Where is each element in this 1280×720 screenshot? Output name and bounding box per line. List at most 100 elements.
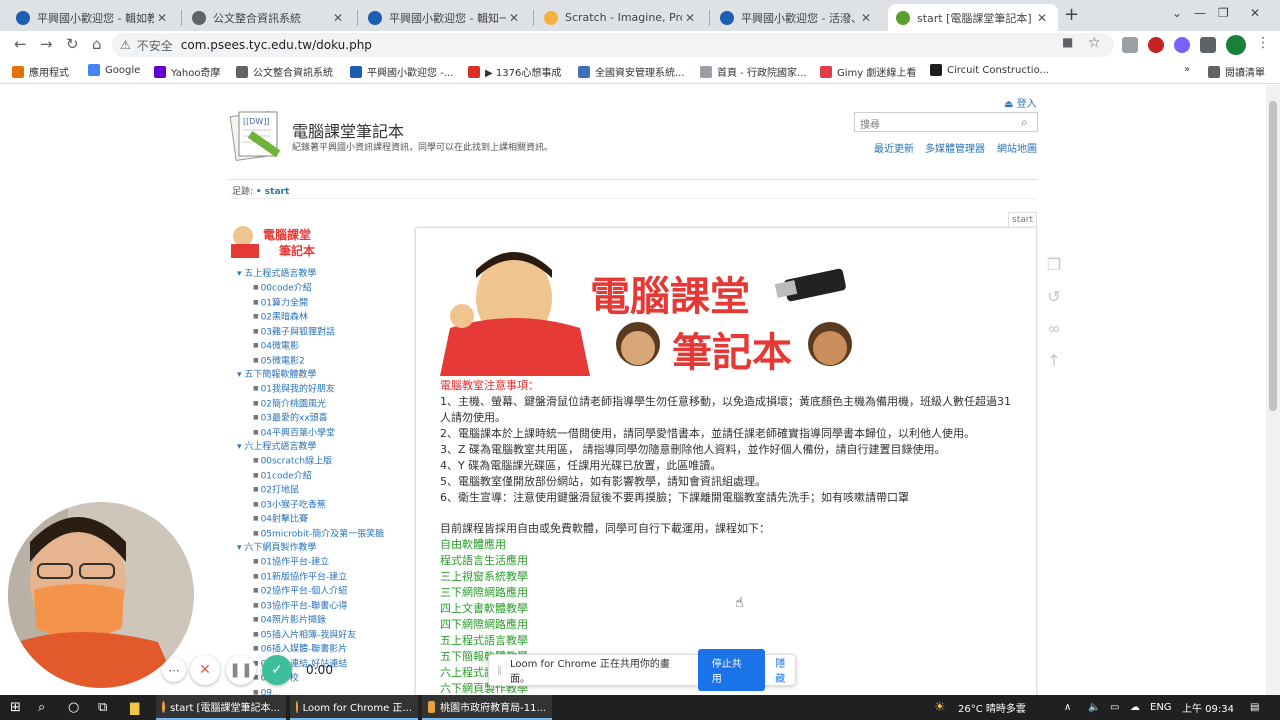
extension-ublock-icon[interactable] (1148, 37, 1164, 53)
stop-sharing-button[interactable]: 停止共用 (697, 649, 766, 691)
loom-cancel-button[interactable]: ✕ (190, 655, 220, 685)
bookmark-item[interactable]: Yahoo奇摩 (154, 64, 220, 79)
login-link[interactable]: ⏏ 登入 (1004, 95, 1037, 110)
course-link[interactable]: 三下網際網路應用 (440, 585, 528, 601)
sidebar-section[interactable]: 五下簡報軟體教學 (237, 368, 407, 382)
browser-tab[interactable]: Scratch - Imagine, Progra✕ (536, 4, 706, 31)
sidebar-item[interactable]: 01code介紹 (237, 469, 407, 484)
bookmark-item[interactable]: Google (88, 64, 140, 76)
scrollbar-thumb[interactable] (1269, 101, 1277, 411)
page-scrollbar[interactable] (1266, 85, 1280, 695)
sidebar-item[interactable]: 01協作平台-建立 (237, 555, 407, 570)
sidebar-item[interactable]: 00code介紹 (237, 281, 407, 296)
old-revisions-icon[interactable]: ↺ (1045, 287, 1063, 319)
display-icon[interactable]: ▭ (1110, 695, 1119, 720)
sidebar-item[interactable]: 05microbit-簡介及第一張笑臉 (237, 527, 407, 542)
home-icon[interactable]: ⌂ (92, 35, 102, 53)
tab-search-icon[interactable]: ⌄ (1172, 6, 1182, 20)
new-tab-button[interactable]: + (1064, 4, 1079, 25)
loom-more-icon[interactable]: ⋯ (162, 658, 186, 682)
sidebar-item[interactable]: 05微電影2 (237, 354, 407, 369)
sidebar-item[interactable]: 00scratch線上版 (237, 454, 407, 469)
sidebar-item[interactable]: 03小猴子吃香蕉 (237, 498, 407, 513)
back-icon[interactable]: ← (14, 35, 27, 53)
tab-close-icon[interactable]: ✕ (1034, 11, 1050, 25)
tab-close-icon[interactable]: ✕ (506, 11, 522, 25)
network-icon[interactable]: ☁ (1130, 695, 1140, 720)
forward-icon[interactable]: → (40, 35, 53, 53)
language-indicator[interactable]: ENG (1150, 695, 1172, 720)
reading-list-button[interactable]: 閱讀清單 (1208, 64, 1265, 79)
notifications-icon[interactable]: ▤ (1250, 695, 1259, 720)
sidebar-item[interactable]: 02協作平台-個人介紹 (237, 584, 407, 599)
sidebar-item[interactable]: 04射擊比賽 (237, 512, 407, 527)
hide-button[interactable]: 隱藏 (775, 655, 795, 685)
sidebar-item[interactable]: 04照片影片擷錄 (237, 613, 407, 628)
sidebar-item[interactable]: 01算力全開 (237, 296, 407, 311)
back-to-top-icon[interactable]: ↑ (1045, 351, 1063, 383)
tab-close-icon[interactable]: ✕ (858, 11, 874, 25)
cortana-icon[interactable]: ○ (68, 695, 79, 720)
taskbar-app-edu[interactable]: 桃園市政府教育局-11... (422, 695, 552, 720)
course-link[interactable]: 自由軟體應用 (440, 537, 528, 553)
browser-tab[interactable]: start [電腦課堂筆記本] ✕ (888, 4, 1058, 31)
browser-tab[interactable]: 平興國小歡迎您 - 活潑、自✕ (712, 4, 882, 31)
sitemap-link[interactable]: 網站地圖 (997, 140, 1037, 155)
sidebar-item[interactable]: 03協作平台-聯書心得 (237, 599, 407, 614)
course-link[interactable]: 程式語言生活應用 (440, 553, 528, 569)
volume-icon[interactable]: 🔈 (1088, 695, 1100, 720)
extensions-puzzle-icon[interactable] (1200, 37, 1216, 53)
search-icon[interactable]: ⌕ (1021, 115, 1028, 130)
clock[interactable]: 上午 09:34 (1182, 695, 1234, 720)
close-window-button[interactable]: ✕ (1250, 6, 1260, 20)
restore-button[interactable]: ❐ (1218, 6, 1229, 20)
omnibox[interactable]: ⚠ 不安全 com.psees.tyc.edu.tw/doku.php (112, 33, 1114, 57)
backlinks-icon[interactable]: ∞ (1045, 319, 1063, 351)
show-source-icon[interactable]: ❐ (1045, 255, 1063, 287)
course-link[interactable]: 五上程式語言教學 (440, 633, 528, 649)
tab-close-icon[interactable]: ✕ (154, 11, 170, 25)
profile-avatar[interactable] (1226, 35, 1246, 55)
bookmark-star-icon[interactable]: ☆ (1088, 35, 1101, 51)
bookmark-item[interactable]: 首頁 - 行政院國家... (700, 64, 807, 79)
browser-tab[interactable]: 平興國小歡迎您 - 輯知一個✕ (360, 4, 530, 31)
taskbar-app-chrome-start[interactable]: start [電腦課堂筆記本... (156, 695, 286, 720)
bookmark-item[interactable]: 應用程式 (12, 64, 69, 79)
sidebar-item[interactable]: 04平興百葉小學堂 (237, 426, 407, 441)
windows-start-icon[interactable]: ⊞ (10, 695, 21, 720)
url-text[interactable]: com.psees.tyc.edu.tw/doku.php (181, 38, 372, 52)
minimize-button[interactable]: — (1194, 6, 1206, 20)
task-view-icon[interactable]: ⧉ (98, 695, 107, 720)
tab-close-icon[interactable]: ✕ (330, 11, 346, 25)
sidebar-section[interactable]: 五上程式語言教學 (237, 267, 407, 281)
browser-tab[interactable]: 平興國小歡迎您 - 輯如教育✕ (8, 4, 178, 31)
course-link[interactable]: 三上視窗系統教學 (440, 569, 528, 585)
loom-finish-button[interactable]: ✓ (262, 655, 292, 685)
sidebar-item[interactable]: 04微電影 (237, 339, 407, 354)
course-link[interactable]: 四上文書軟體教學 (440, 601, 528, 617)
sidebar-item[interactable]: 05插入片相簿-我與好友 (237, 628, 407, 643)
taskbar-app-loom[interactable]: Loom for Chrome 正... (290, 695, 418, 720)
bookmark-item[interactable]: 公文整合資訊系統 (236, 64, 333, 79)
tab-close-icon[interactable]: ✕ (682, 11, 698, 25)
course-link[interactable]: 四下網際網路應用 (440, 617, 528, 633)
sidebar-item[interactable]: 03雞子與狐狸對話 (237, 325, 407, 340)
extension-loom-icon[interactable] (1174, 37, 1190, 53)
bookmark-item[interactable]: 全國資安管理系統... (578, 64, 685, 79)
sidebar-item[interactable]: 02打地鼠 (237, 483, 407, 498)
search-input[interactable]: 搜尋 (854, 112, 1038, 132)
bookmark-item[interactable]: 平興國小歡迎您 -... (350, 64, 453, 79)
drag-handle-icon[interactable]: ‖ (497, 665, 502, 676)
sidebar-section[interactable]: 六下網頁製作教學 (237, 541, 407, 555)
sidebar-item[interactable]: 02黑暗森林 (237, 310, 407, 325)
reload-icon[interactable]: ↻ (66, 35, 79, 53)
media-manager-link[interactable]: 多媒體管理器 (925, 140, 985, 155)
sidebar-item[interactable]: 01我與我的好朋友 (237, 382, 407, 397)
sidebar-section[interactable]: 六上程式語言教學 (237, 440, 407, 454)
bookmarks-more-icon[interactable]: » (1184, 64, 1190, 75)
search-taskbar-icon[interactable]: ⌕ (38, 695, 45, 720)
browser-tab[interactable]: 公文整合資訊系統 ✕ (184, 4, 354, 31)
bookmark-item[interactable]: Gimy 劇迷線上看 (820, 64, 916, 79)
camera-icon[interactable]: ■ (1062, 35, 1073, 49)
site-title[interactable]: 電腦課堂筆記本 (292, 118, 404, 142)
